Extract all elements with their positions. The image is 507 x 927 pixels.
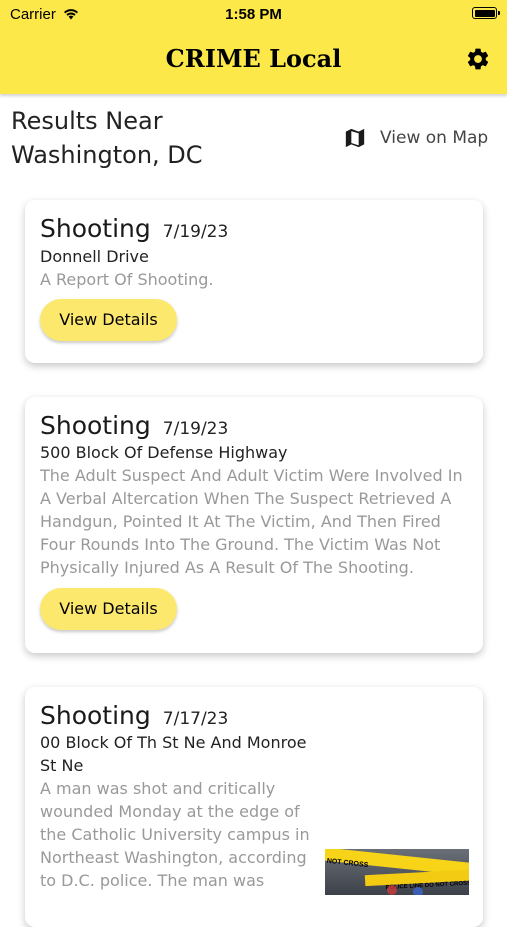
view-details-button[interactable]: View Details bbox=[40, 299, 177, 341]
incident-type: Shooting bbox=[40, 701, 151, 730]
description-line: Handgun, Pointed It At The Victim, And T… bbox=[40, 512, 441, 531]
app-bar: CRIME Local bbox=[0, 30, 507, 94]
battery-icon bbox=[472, 7, 500, 19]
view-on-map-label: View on Map bbox=[380, 128, 489, 148]
location-line: St Ne bbox=[40, 756, 84, 775]
location-line: 00 Block Of Th St Ne And Monroe bbox=[40, 733, 307, 752]
incident-card: Shooting 7/19/23 Donnell Drive A Report … bbox=[25, 200, 483, 363]
incident-card: Shooting 7/17/23 00 Block Of Th St Ne An… bbox=[25, 687, 483, 927]
incident-card: Shooting 7/19/23 500 Block Of Defense Hi… bbox=[25, 397, 483, 653]
incident-location: 500 Block Of Defense Highway bbox=[40, 443, 288, 462]
incident-date: 7/19/23 bbox=[162, 222, 229, 242]
tape-text: POLICE LINE DO NOT CROSS bbox=[385, 880, 469, 892]
description-line: The Adult Suspect And Adult Victim Were … bbox=[40, 466, 463, 485]
description-line: the Catholic University campus in bbox=[40, 825, 310, 844]
description-line: Four Rounds Into The Ground. The Victim … bbox=[40, 535, 441, 554]
view-details-button[interactable]: View Details bbox=[40, 588, 177, 630]
siren-light bbox=[387, 885, 397, 895]
incident-description: The Adult Suspect And Adult Victim Were … bbox=[40, 464, 463, 579]
incident-date: 7/17/23 bbox=[162, 709, 229, 729]
description-line: A man was shot and critically bbox=[40, 779, 276, 798]
description-line: wounded Monday at the edge of bbox=[40, 802, 300, 821]
description-line: Physically Injured As A Result Of The Sh… bbox=[40, 558, 414, 577]
incident-location: Donnell Drive bbox=[40, 247, 149, 266]
incident-type: Shooting bbox=[40, 214, 151, 243]
app-title: CRIME Local bbox=[165, 44, 342, 73]
incident-type: Shooting bbox=[40, 411, 151, 440]
incident-image: NOT CROSS POLICE LINE DO NOT CROSS bbox=[325, 849, 469, 895]
page-title: Results Near Washington, DC bbox=[11, 104, 203, 172]
map-icon bbox=[345, 128, 365, 148]
siren-light bbox=[413, 887, 423, 895]
incident-description: A man was shot and critically wounded Mo… bbox=[40, 777, 310, 892]
page-title-line2: Washington, DC bbox=[11, 141, 203, 169]
incident-location: 00 Block Of Th St Ne And Monroe St Ne bbox=[40, 731, 306, 777]
status-time: 1:58 PM bbox=[225, 6, 282, 23]
incident-date: 7/19/23 bbox=[162, 419, 229, 439]
view-on-map-button[interactable]: View on Map bbox=[344, 124, 492, 152]
gear-icon[interactable] bbox=[465, 46, 491, 72]
description-line: Northeast Washington, according bbox=[40, 848, 307, 867]
description-line: to D.C. police. The man was bbox=[40, 871, 265, 890]
page-title-line1: Results Near bbox=[11, 107, 163, 135]
description-line: A Verbal Altercation When The Suspect Re… bbox=[40, 489, 452, 508]
tape-text: NOT CROSS bbox=[326, 857, 369, 870]
status-bar: Carrier 1:58 PM bbox=[0, 0, 507, 30]
incident-description: A Report Of Shooting. bbox=[40, 270, 214, 289]
